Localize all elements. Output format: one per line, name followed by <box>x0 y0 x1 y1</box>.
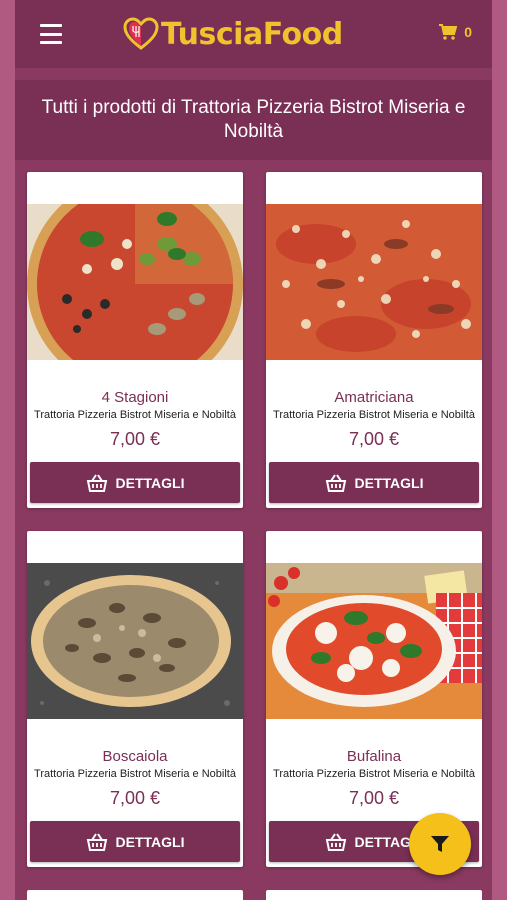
product-price: 7,00 € <box>348 429 400 449</box>
page-title: Tutti i prodotti di Trattoria Pizzeria B… <box>15 80 492 160</box>
hamburger-menu-icon[interactable] <box>40 24 62 44</box>
product-card-boscaiola[interactable]: Boscaiola Trattoria Pizzeria Bistrot Mis… <box>27 531 243 867</box>
heart-logo-icon <box>123 17 159 50</box>
product-restaurant: Trattoria Pizzeria Bistrot Miseria e Nob… <box>34 768 236 780</box>
product-name: Amatriciana <box>334 389 414 406</box>
app-frame: TusciaFood 0 Tutti i prodotti di Trattor… <box>15 0 492 900</box>
product-name: 4 Stagioni <box>101 389 169 406</box>
product-price: 7,00 € <box>109 788 161 808</box>
details-button-label: DETTAGLI <box>115 833 185 850</box>
basket-icon <box>325 473 346 492</box>
details-button[interactable]: DETTAGLI <box>269 462 479 503</box>
cart-count-badge: 0 <box>464 24 472 40</box>
app-logo[interactable]: TusciaFood <box>123 14 343 54</box>
shopping-cart-icon <box>439 24 458 40</box>
product-name: Bufalina <box>346 748 402 765</box>
details-button-label: DETTAGLI <box>115 474 185 491</box>
product-image <box>27 204 243 360</box>
product-restaurant: Trattoria Pizzeria Bistrot Miseria e Nob… <box>273 768 475 780</box>
product-name: Boscaiola <box>102 748 168 765</box>
cart-button[interactable]: 0 <box>439 24 472 40</box>
top-app-bar: TusciaFood 0 <box>15 0 492 68</box>
basket-icon <box>86 473 107 492</box>
product-price: 7,00 € <box>348 788 400 808</box>
product-image <box>266 563 482 719</box>
product-price: 7,00 € <box>109 429 161 449</box>
product-image <box>266 204 482 360</box>
details-button[interactable]: DETTAGLI <box>30 462 240 503</box>
basket-icon <box>325 832 346 851</box>
product-card-amatriciana[interactable]: Amatriciana Trattoria Pizzeria Bistrot M… <box>266 172 482 508</box>
details-button-label: DETTAGLI <box>354 474 424 491</box>
filter-button[interactable] <box>409 813 471 875</box>
filter-icon <box>431 836 449 852</box>
product-image <box>27 563 243 719</box>
product-card-partial[interactable] <box>27 890 243 900</box>
logo-text: TusciaFood <box>161 16 343 52</box>
basket-icon <box>86 832 107 851</box>
product-card-partial[interactable] <box>266 890 482 900</box>
product-restaurant: Trattoria Pizzeria Bistrot Miseria e Nob… <box>34 409 236 421</box>
details-button[interactable]: DETTAGLI <box>30 821 240 862</box>
product-restaurant: Trattoria Pizzeria Bistrot Miseria e Nob… <box>273 409 475 421</box>
product-card-4-stagioni[interactable]: 4 Stagioni Trattoria Pizzeria Bistrot Mi… <box>27 172 243 508</box>
